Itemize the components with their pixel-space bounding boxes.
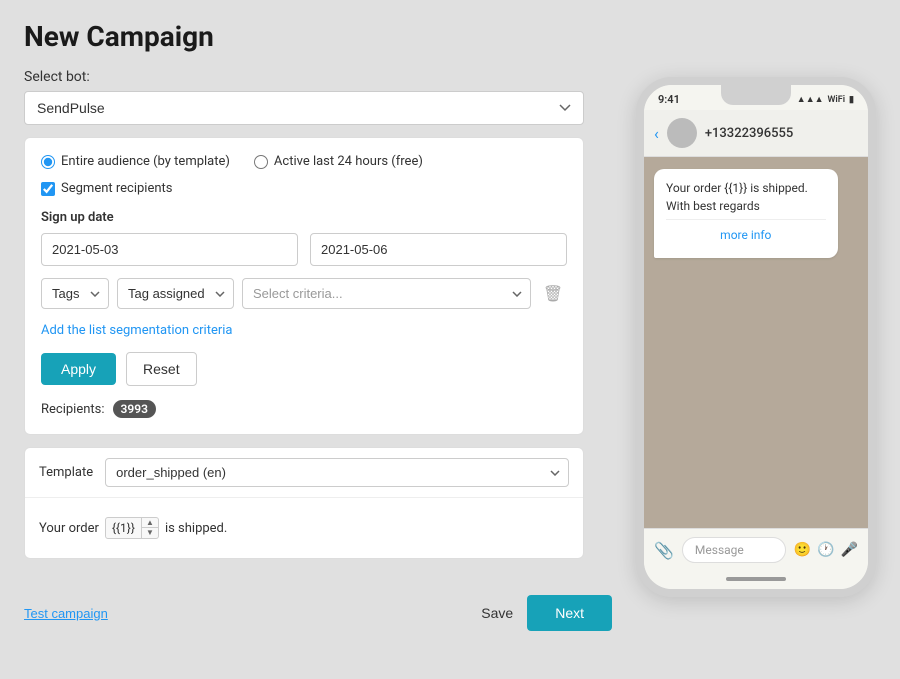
template-header: Template order_shipped (en) bbox=[25, 448, 583, 498]
template-var-down[interactable]: ▼ bbox=[142, 528, 158, 538]
recipients-badge: 3993 bbox=[113, 400, 156, 418]
chat-message-line2: With best regards bbox=[666, 197, 826, 215]
page-container: New Campaign Select bot: SendPulse Entir… bbox=[0, 0, 900, 679]
phone-input-bar: 📎 Message 🙂 🕐 🎤 bbox=[644, 528, 868, 571]
delete-filter-button[interactable]: 🗑 bbox=[539, 280, 567, 308]
main-content: Select bot: SendPulse Entire audience (b… bbox=[24, 69, 876, 659]
template-var-up[interactable]: ▲ bbox=[142, 518, 158, 528]
back-arrow-icon[interactable]: ‹ bbox=[654, 124, 659, 143]
phone-contact-name: +13322396555 bbox=[705, 126, 794, 141]
template-var-text: {{1}} bbox=[106, 519, 141, 537]
bot-label: Select bot: bbox=[24, 69, 612, 85]
phone-notch bbox=[721, 85, 791, 105]
wifi-icon: WiFi bbox=[828, 95, 846, 105]
template-select[interactable]: order_shipped (en) bbox=[105, 458, 569, 487]
test-campaign-button[interactable]: Test campaign bbox=[24, 606, 108, 621]
sticker-icon[interactable]: 🙂 bbox=[794, 542, 811, 558]
filter-row: Tags Tag assigned Select criteria... 🗑 bbox=[41, 278, 567, 309]
filter-type-select[interactable]: Tags bbox=[41, 278, 109, 309]
battery-icon: ▮ bbox=[849, 95, 854, 105]
active-audience-radio[interactable] bbox=[254, 155, 268, 169]
recipients-row: Recipients: 3993 bbox=[41, 400, 567, 418]
bottom-actions: Test campaign Save Next bbox=[24, 587, 612, 631]
template-var-arrows: ▲ ▼ bbox=[141, 518, 158, 538]
right-actions: Save Next bbox=[481, 595, 612, 631]
clock-icon[interactable]: 🕐 bbox=[817, 542, 834, 558]
filter-condition-select[interactable]: Tag assigned bbox=[117, 278, 234, 309]
save-button[interactable]: Save bbox=[481, 605, 513, 621]
filter-criteria-select[interactable]: Select criteria... bbox=[242, 278, 531, 309]
segment-recipients-text: Segment recipients bbox=[61, 181, 173, 196]
template-message-suffix: is shipped. bbox=[165, 521, 227, 536]
home-indicator bbox=[726, 577, 786, 581]
segment-section: Entire audience (by template) Active las… bbox=[24, 137, 584, 435]
bot-section: Select bot: SendPulse bbox=[24, 69, 612, 125]
phone-message-input[interactable]: Message bbox=[682, 537, 786, 563]
next-button[interactable]: Next bbox=[527, 595, 612, 631]
attachment-icon: 📎 bbox=[654, 541, 674, 560]
phone-home-bar bbox=[644, 571, 868, 589]
template-section: Template order_shipped (en) Your order {… bbox=[24, 447, 584, 559]
page-title: New Campaign bbox=[24, 20, 876, 53]
action-row: Apply Reset bbox=[41, 352, 567, 386]
entire-audience-label[interactable]: Entire audience (by template) bbox=[41, 154, 230, 169]
add-criteria-link[interactable]: Add the list segmentation criteria bbox=[41, 323, 233, 338]
chat-bubble: Your order {{1}} is shipped. With best r… bbox=[654, 169, 838, 258]
delete-icon: 🗑 bbox=[543, 284, 563, 304]
date-to-input[interactable] bbox=[310, 233, 567, 266]
phone-input-actions: 🙂 🕐 🎤 bbox=[794, 542, 858, 558]
template-body: Your order {{1}} ▲ ▼ is shipped. bbox=[25, 498, 583, 558]
entire-audience-radio[interactable] bbox=[41, 155, 55, 169]
recipients-label: Recipients: bbox=[41, 402, 105, 417]
date-range-row bbox=[41, 233, 567, 266]
segment-recipients-label[interactable]: Segment recipients bbox=[41, 181, 567, 196]
date-from-input[interactable] bbox=[41, 233, 298, 266]
phone-status-right: ▲▲▲ WiFi ▮ bbox=[797, 94, 854, 105]
template-message-prefix: Your order bbox=[39, 521, 99, 536]
phone-chat-body: Your order {{1}} is shipped. With best r… bbox=[644, 157, 868, 528]
phone-time: 9:41 bbox=[658, 93, 680, 106]
template-variable: {{1}} ▲ ▼ bbox=[105, 517, 159, 539]
reset-button[interactable]: Reset bbox=[126, 352, 197, 386]
apply-button[interactable]: Apply bbox=[41, 353, 116, 385]
phone-mockup: 9:41 ▲▲▲ WiFi ▮ ‹ +13322396555 Your orde… bbox=[636, 77, 876, 597]
mic-icon[interactable]: 🎤 bbox=[841, 542, 858, 558]
left-panel: Select bot: SendPulse Entire audience (b… bbox=[24, 69, 612, 659]
entire-audience-text: Entire audience (by template) bbox=[61, 154, 230, 169]
signal-icon: ▲▲▲ bbox=[797, 94, 824, 105]
template-label: Template bbox=[39, 465, 93, 480]
audience-radio-group: Entire audience (by template) Active las… bbox=[41, 154, 567, 169]
bot-select[interactable]: SendPulse bbox=[24, 91, 584, 125]
signup-date-label: Sign up date bbox=[41, 210, 567, 225]
phone-chat-header: ‹ +13322396555 bbox=[644, 110, 868, 157]
phone-input-placeholder: Message bbox=[695, 543, 744, 557]
active-audience-text: Active last 24 hours (free) bbox=[274, 154, 423, 169]
active-audience-label[interactable]: Active last 24 hours (free) bbox=[254, 154, 423, 169]
segment-recipients-checkbox[interactable] bbox=[41, 182, 55, 196]
phone-avatar bbox=[667, 118, 697, 148]
more-info-button[interactable]: more info bbox=[666, 219, 826, 248]
chat-message-line1: Your order {{1}} is shipped. bbox=[666, 179, 826, 197]
